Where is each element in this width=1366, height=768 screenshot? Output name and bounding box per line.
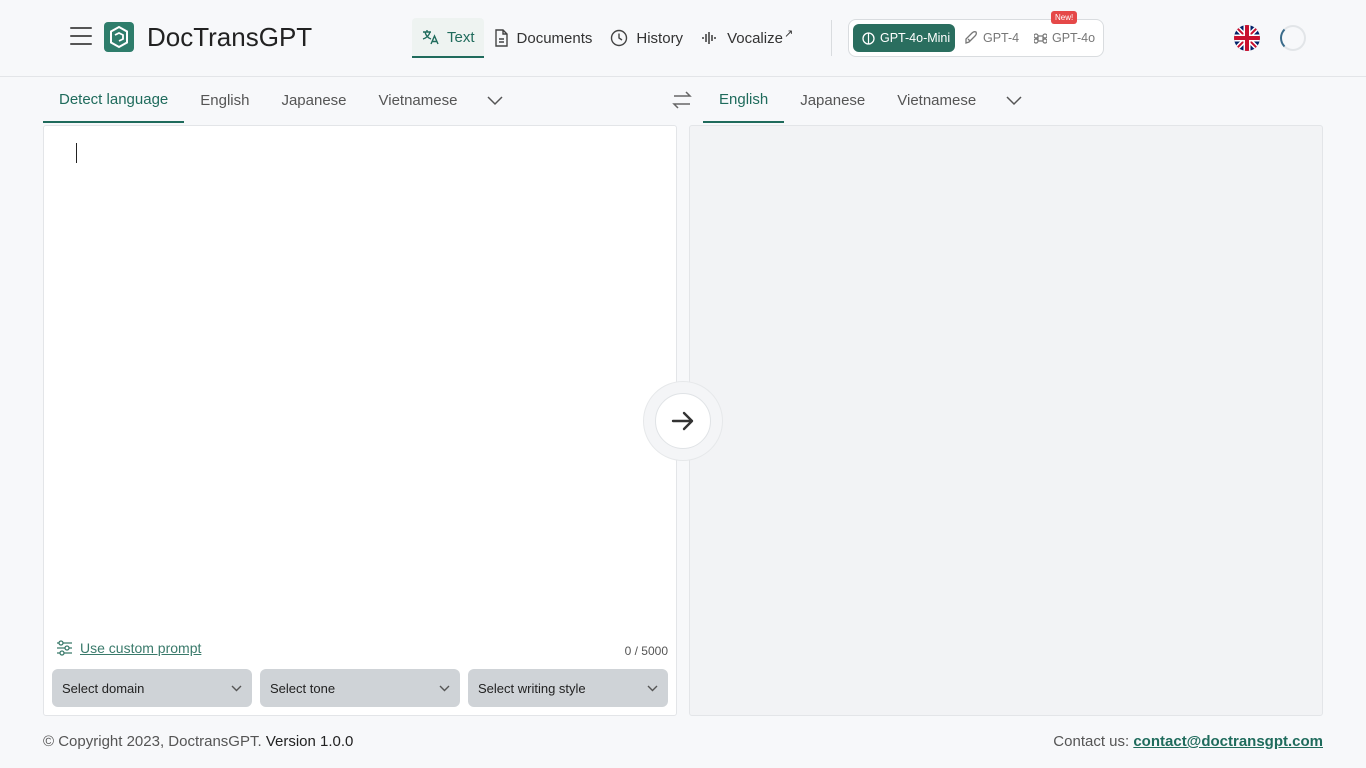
menu-icon[interactable] <box>70 27 92 49</box>
translate-button[interactable] <box>655 393 711 449</box>
chevron-down-icon <box>647 685 658 691</box>
translation-output-panel <box>689 125 1323 716</box>
clock-icon <box>611 29 628 47</box>
source-more-languages-button[interactable] <box>473 78 517 123</box>
source-panel: Use custom prompt 0 / 5000 Select domain… <box>43 125 677 716</box>
source-tab-vietnamese[interactable]: Vietnamese <box>363 78 474 123</box>
domain-select[interactable]: Select domain <box>52 669 252 707</box>
brand-title: DocTransGPT <box>147 22 313 52</box>
translate-icon <box>422 30 439 45</box>
writing-style-select[interactable]: Select writing style <box>468 669 668 707</box>
nav-vocalize[interactable]: Vocalize ↗ <box>692 18 802 58</box>
chevron-down-icon <box>487 95 503 105</box>
target-language-bar: English Japanese Vietnamese <box>703 78 1036 124</box>
nav-vocalize-label: Vocalize <box>727 29 783 47</box>
chevron-down-icon <box>1006 95 1022 105</box>
arrow-right-icon <box>671 411 694 431</box>
footer-copyright: © Copyright 2023, DoctransGPT. Version 1… <box>43 733 353 750</box>
text-caret <box>76 143 77 163</box>
sound-wave-icon <box>702 32 716 44</box>
model-gpt4o-mini-label: GPT-4o-Mini <box>880 31 951 45</box>
nav-divider <box>831 20 832 56</box>
nav-text[interactable]: Text <box>412 18 484 58</box>
chevron-down-icon <box>439 685 450 691</box>
swap-languages-button[interactable] <box>670 88 694 112</box>
sliders-icon <box>57 640 72 656</box>
nav-documents-label: Documents <box>516 29 593 47</box>
source-tab-japanese[interactable]: Japanese <box>265 78 362 123</box>
chevron-down-icon <box>231 685 242 691</box>
contact-label: Contact us: <box>1053 733 1130 750</box>
target-tab-english[interactable]: English <box>703 78 785 123</box>
command-icon <box>1034 32 1047 44</box>
document-icon <box>494 29 508 47</box>
model-gpt4o-mini-button[interactable]: GPT-4o-Mini <box>853 24 955 52</box>
contact-email-link[interactable]: contact@doctransgpt.com <box>1133 733 1323 750</box>
tone-select-label: Select tone <box>270 680 336 696</box>
nav-history-label: History <box>636 29 684 47</box>
avatar-loading-spinner[interactable] <box>1280 25 1306 51</box>
footer-contact: Contact us: contact@doctransgpt.com <box>1053 733 1323 750</box>
source-language-bar: Detect language English Japanese Vietnam… <box>43 78 517 124</box>
nav-text-label: Text <box>447 28 475 46</box>
copyright-text: © Copyright 2023, DoctransGPT. <box>43 733 262 750</box>
model-gpt4o-label: GPT-4o <box>1052 31 1096 45</box>
new-badge: New! <box>1051 11 1078 24</box>
nav-documents[interactable]: Documents <box>484 18 602 58</box>
source-tab-detect[interactable]: Detect language <box>43 78 185 123</box>
model-gpt4-button[interactable]: GPT-4 <box>964 24 1019 52</box>
writing-style-select-label: Select writing style <box>478 680 586 696</box>
model-gpt4o-button[interactable]: GPT-4o <box>1034 24 1095 52</box>
custom-prompt-link[interactable]: Use custom prompt <box>56 640 201 656</box>
app-header: DocTransGPT Text Documents History Vocal… <box>0 0 1366 77</box>
logo-icon <box>104 22 134 52</box>
custom-prompt-label: Use custom prompt <box>80 640 202 656</box>
swap-icon <box>672 91 692 109</box>
main-nav: Text Documents History Vocalize ↗ <box>412 18 802 58</box>
model-gpt4-label: GPT-4 <box>983 31 1020 45</box>
nav-history[interactable]: History <box>601 18 692 58</box>
target-tab-japanese[interactable]: Japanese <box>784 78 881 123</box>
version-text: Version 1.0.0 <box>265 733 354 750</box>
source-tab-english[interactable]: English <box>184 78 265 123</box>
rocket-icon <box>965 31 977 44</box>
external-link-icon: ↗ <box>783 27 794 40</box>
target-tab-vietnamese[interactable]: Vietnamese <box>881 78 992 123</box>
uk-flag-icon[interactable] <box>1234 25 1260 51</box>
target-more-languages-button[interactable] <box>992 78 1036 123</box>
tone-select[interactable]: Select tone <box>260 669 460 707</box>
source-text-input[interactable] <box>64 140 654 620</box>
model-selector: GPT-4o-Mini GPT-4 GPT-4o New! <box>848 11 1104 57</box>
character-counter: 0 / 5000 <box>624 644 668 658</box>
brain-icon <box>862 31 875 45</box>
domain-select-label: Select domain <box>62 680 145 696</box>
